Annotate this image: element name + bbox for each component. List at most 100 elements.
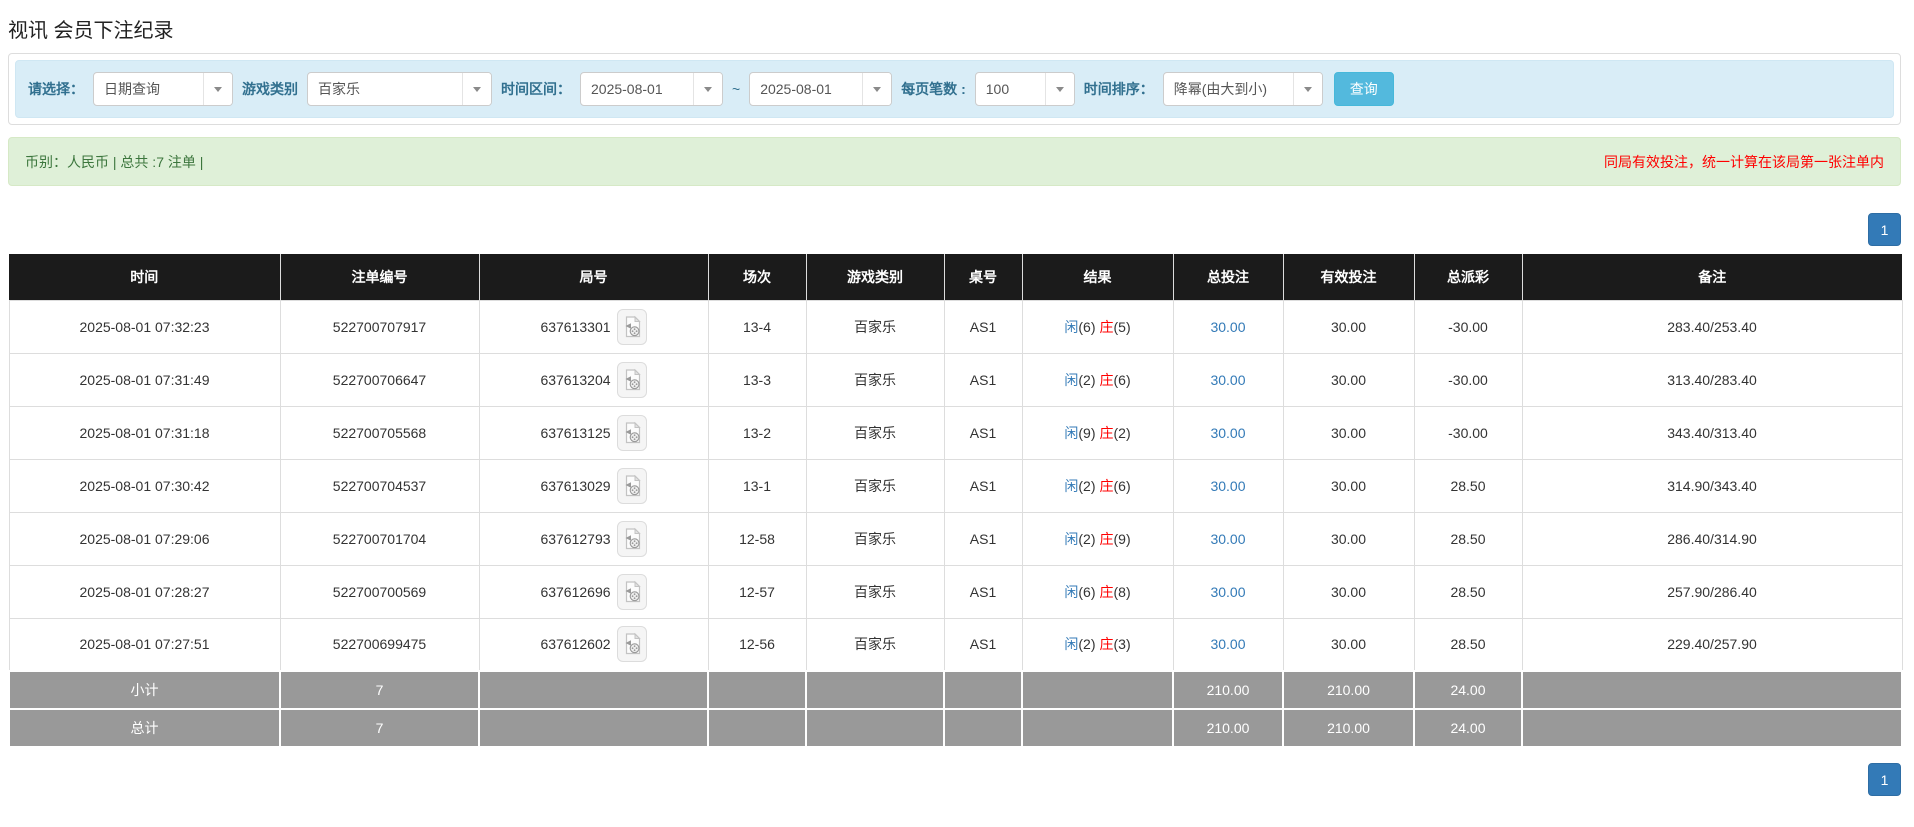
video-replay-button[interactable] [616,361,647,398]
total-bet-link[interactable]: 30.00 [1210,372,1245,388]
cell-result: 闲(6) 庄(8) [1021,564,1174,619]
same-round-note: 同局有效投注，统一计算在该局第一张注单内 [1604,153,1884,170]
table-row: 2025-08-01 07:31:18 522700705568 6376131… [8,405,1903,460]
cell-total-bet: 30.00 [1172,299,1284,354]
result-banker-score: (2) [1113,424,1131,441]
header-payout: 总派彩 [1414,254,1523,300]
sort-order-select[interactable]: 降幂(由大到小) [1162,72,1323,106]
result-player-label: 闲 [1064,477,1079,494]
cell-time: 2025-08-01 07:31:18 [8,405,281,460]
video-replay-button[interactable] [616,414,647,451]
cell-remark: 343.40/313.40 [1521,405,1903,460]
total-bet-link[interactable]: 30.00 [1210,636,1245,652]
chevron-down-icon [1303,86,1312,92]
date-from-select[interactable]: 2025-08-01 [580,72,723,106]
page-1-button[interactable]: 1 [1868,213,1901,246]
query-type-select[interactable]: 日期查询 [93,72,233,106]
game-type-value: 百家乐 [318,81,360,97]
video-replay-button[interactable] [616,520,647,557]
total-total-bet: 210.00 [1172,708,1284,748]
cell-remark: 257.90/286.40 [1521,564,1903,619]
result-banker-label: 庄 [1099,318,1114,335]
cell-payout: 28.50 [1413,617,1523,672]
cell-total-bet: 30.00 [1172,352,1284,407]
cell-round: 637612602 [478,617,709,672]
game-type-label: 游戏类别 [242,81,298,97]
cell-round: 637613204 [478,352,709,407]
cell-result: 闲(2) 庄(9) [1021,511,1174,566]
date-to-select[interactable]: 2025-08-01 [749,72,893,106]
total-bet-link[interactable]: 30.00 [1210,584,1245,600]
cell-round: 637612696 [478,564,709,619]
video-record-icon [625,527,641,549]
cell-total-bet: 30.00 [1172,617,1284,672]
date-to-dropdown-button[interactable] [862,73,892,105]
header-result: 结果 [1022,254,1174,300]
cell-table-no: AS1 [943,564,1023,619]
filter-bar: 请选择： 日期查询 游戏类别 百家乐 时间区间： 2025-08-01 ~ 20… [15,60,1894,118]
result-player-score: (2) [1078,371,1096,388]
cell-time: 2025-08-01 07:30:42 [8,458,281,513]
cell-valid-bet: 30.00 [1282,299,1415,354]
cell-bet-id: 522700700569 [279,564,480,619]
video-replay-button[interactable] [616,467,647,504]
round-id: 637612793 [540,530,611,547]
result-player-label: 闲 [1064,371,1079,388]
result-banker-score: (5) [1113,318,1131,335]
result-banker-score: (3) [1113,636,1131,653]
chevron-down-icon [1055,86,1064,92]
result-player-label: 闲 [1064,530,1079,547]
game-type-select[interactable]: 百家乐 [307,72,492,106]
result-player-label: 闲 [1064,318,1079,335]
page-size-select[interactable]: 100 [974,72,1075,106]
video-record-icon [625,315,641,337]
cell-result: 闲(2) 庄(3) [1021,617,1174,672]
video-replay-button[interactable] [616,308,647,345]
result-player-score: (6) [1078,318,1096,335]
cell-valid-bet: 30.00 [1282,511,1415,566]
cell-total-bet: 30.00 [1172,405,1284,460]
page-1-button[interactable]: 1 [1868,763,1901,796]
cell-remark: 283.40/253.40 [1521,299,1903,354]
header-time: 时间 [9,254,281,300]
query-type-value: 日期查询 [104,81,160,97]
table-header-row: 时间 注单编号 局号 场次 游戏类别 桌号 结果 总投注 有效投注 总派彩 备注 [9,254,1902,300]
video-replay-button[interactable] [616,573,647,610]
cell-session: 13-4 [707,299,807,354]
cell-time: 2025-08-01 07:31:49 [8,352,281,407]
cell-time: 2025-08-01 07:28:27 [8,564,281,619]
cell-bet-id: 522700704537 [279,458,480,513]
cell-bet-id: 522700707917 [279,299,480,354]
cell-session: 13-3 [707,352,807,407]
query-type-dropdown-button[interactable] [203,73,232,105]
cell-result: 闲(9) 庄(2) [1021,405,1174,460]
total-bet-link[interactable]: 30.00 [1210,478,1245,494]
cell-round: 637612793 [478,511,709,566]
video-record-icon [625,368,641,390]
query-button[interactable]: 查询 [1333,72,1394,106]
round-id: 637613125 [540,424,611,441]
total-bet-link[interactable]: 30.00 [1210,319,1245,335]
cell-remark: 229.40/257.90 [1521,617,1903,672]
page-size-dropdown-button[interactable] [1044,73,1074,105]
sort-order-dropdown-button[interactable] [1292,73,1322,105]
sort-order-label: 时间排序： [1083,81,1154,97]
cell-game-type: 百家乐 [805,352,945,407]
total-row: 总计 7 210.00 210.00 24.00 [8,708,1903,748]
total-bet-link[interactable]: 30.00 [1210,531,1245,547]
game-type-dropdown-button[interactable] [462,73,491,105]
cell-session: 13-2 [707,405,807,460]
date-from-dropdown-button[interactable] [693,73,722,105]
result-banker-label: 庄 [1099,530,1114,547]
cell-table-no: AS1 [943,617,1023,672]
total-bet-link[interactable]: 30.00 [1210,425,1245,441]
cell-bet-id: 522700701704 [279,511,480,566]
select-type-label: 请选择： [28,81,84,97]
cell-payout: 28.50 [1413,564,1523,619]
cell-result: 闲(2) 庄(6) [1021,458,1174,513]
result-player-score: (2) [1078,530,1096,547]
cell-valid-bet: 30.00 [1282,617,1415,672]
cell-game-type: 百家乐 [805,405,945,460]
video-replay-button[interactable] [616,626,647,663]
cell-payout: 28.50 [1413,511,1523,566]
